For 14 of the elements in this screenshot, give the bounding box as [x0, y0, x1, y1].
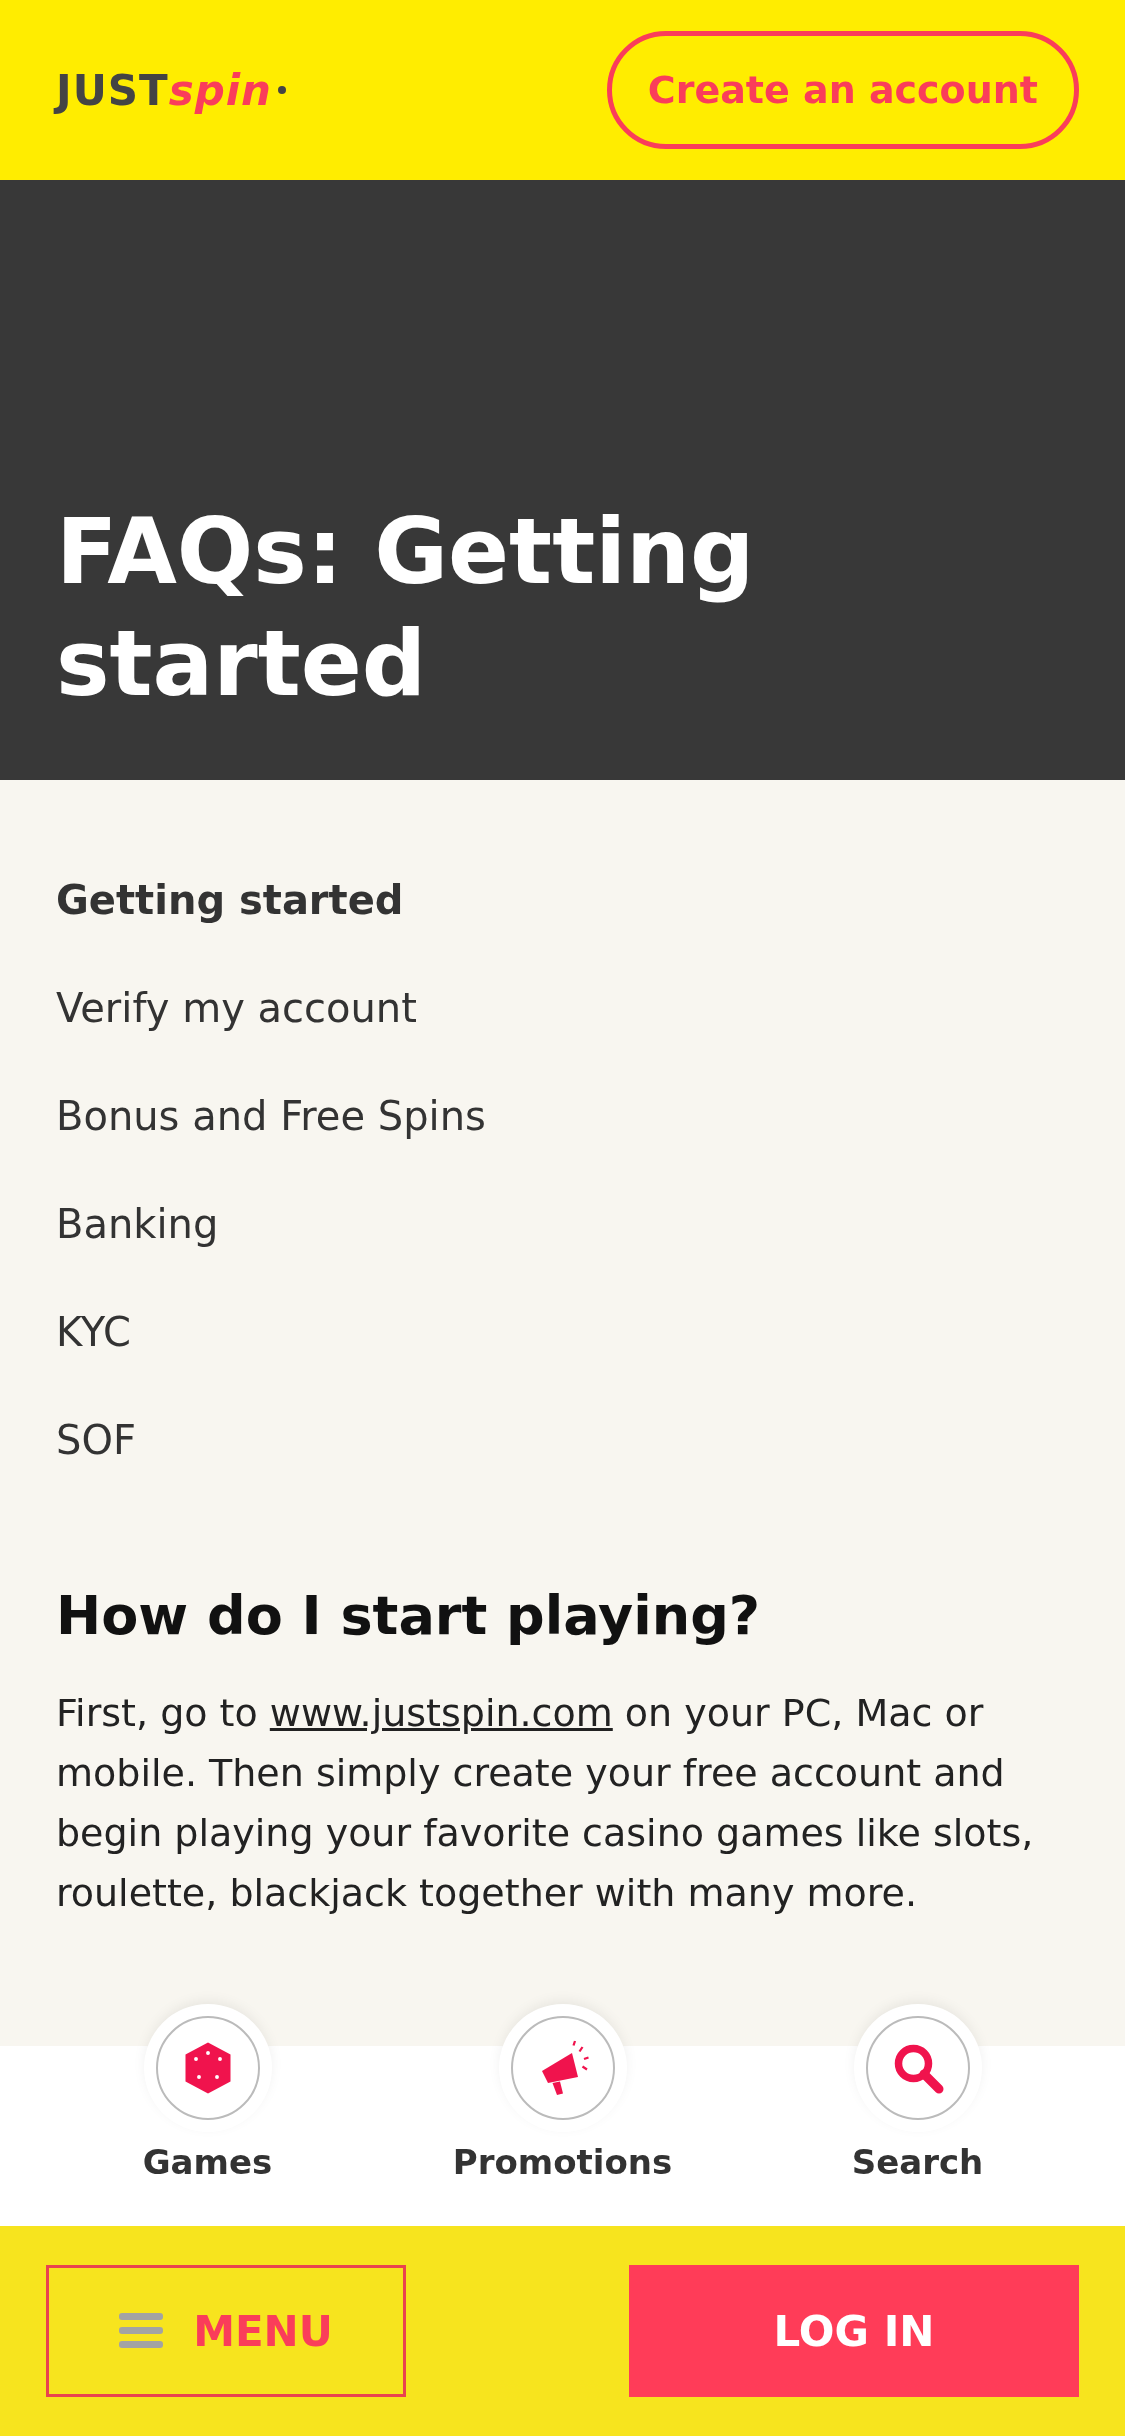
category-link[interactable]: Getting started — [56, 846, 404, 954]
answer-text: First, go to www.justspin.com on your PC, Mac or mobile. Then simply create your free account and begin playing your favorite casino games like slots, roulette, blackjack together with many more. — [56, 1690, 1035, 1917]
promotions-nav-link[interactable]: Promotions — [452, 2142, 673, 2182]
question-heading: How do I start playing? — [56, 1584, 761, 1647]
category-link[interactable]: Bonus and Free Spins — [56, 1062, 486, 1170]
games-nav-link[interactable]: Games — [142, 2142, 273, 2182]
page-title: FAQs: Getting started — [56, 498, 756, 718]
category-link[interactable]: Verify my account — [56, 954, 417, 1062]
search-nav-link[interactable]: Search — [851, 2142, 984, 2182]
category-link[interactable]: KYC — [56, 1278, 131, 1386]
menu-icon — [119, 2313, 164, 2349]
category-link[interactable]: SOF — [56, 1386, 136, 1494]
category-link[interactable]: Banking — [56, 1170, 219, 1278]
website-link[interactable]: www.justspin.com — [269, 1691, 613, 1735]
